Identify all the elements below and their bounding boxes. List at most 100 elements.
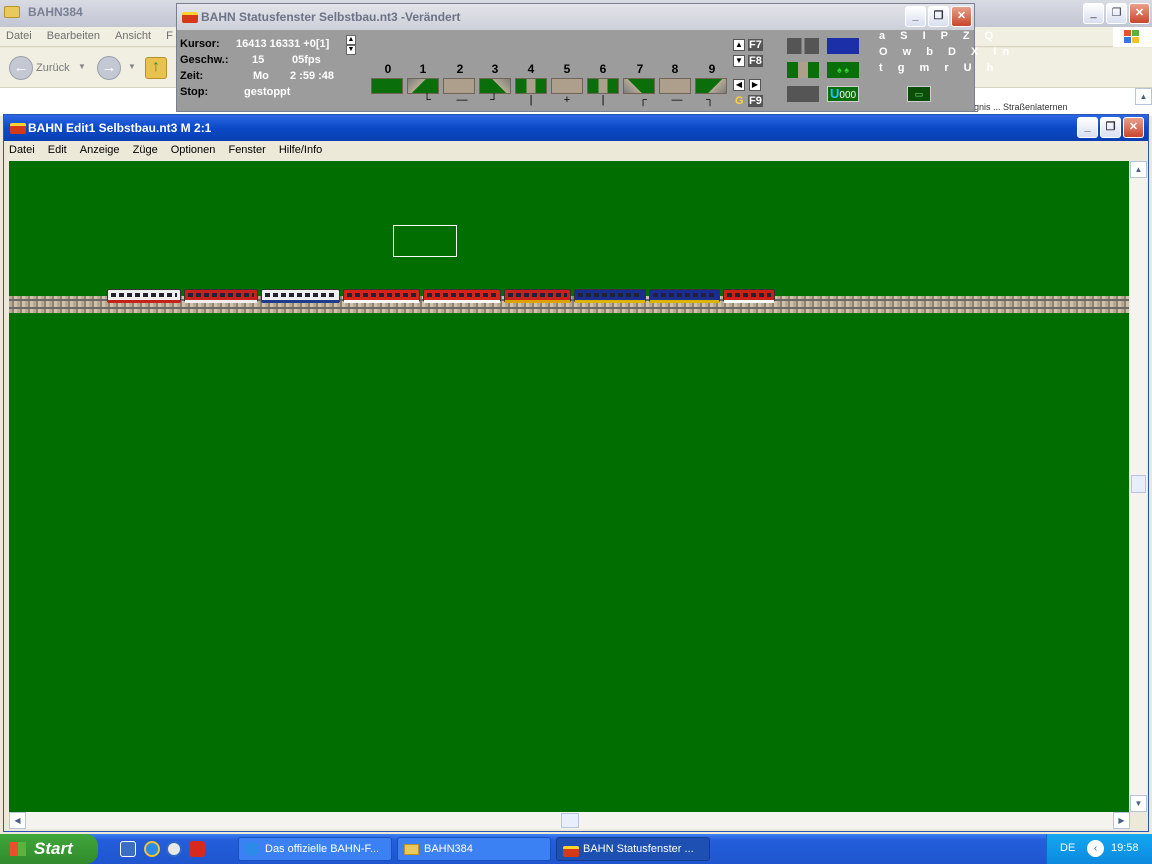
track-tile-9[interactable] <box>695 78 727 94</box>
edit-minimize-button[interactable]: _ <box>1077 117 1098 138</box>
track-tile-4[interactable] <box>515 78 547 94</box>
menu-optionen[interactable]: Optionen <box>166 141 221 156</box>
train-car[interactable] <box>107 289 181 303</box>
track-number-5: 5 <box>563 62 571 76</box>
status-title-bar[interactable]: BAHN Statusfenster Selbstbau.nt3 -Veränd… <box>177 4 974 30</box>
scroll-left-arrow-icon[interactable]: ◀ <box>9 812 26 829</box>
water-tile[interactable] <box>827 38 859 54</box>
selection-cursor[interactable] <box>393 225 457 257</box>
signal-tile[interactable] <box>787 38 819 54</box>
track-number-4: 4 <box>527 62 535 76</box>
cursor-spin-up[interactable]: ▲ <box>346 35 356 45</box>
track-symbol-4: | <box>529 94 533 106</box>
time-label: Zeit: <box>180 70 204 82</box>
f9-key[interactable]: F9 <box>748 95 763 107</box>
train-car[interactable] <box>343 289 420 303</box>
status-minimize-button[interactable]: _ <box>905 6 926 27</box>
track-tile-1[interactable] <box>407 78 439 94</box>
speed-label: Geschw.: <box>180 54 229 66</box>
f8-key[interactable]: F8 <box>748 55 763 67</box>
train-car[interactable] <box>504 289 571 303</box>
task-bahn-forum[interactable]: Das offizielle BAHN-F... <box>238 837 392 861</box>
task-bahn384[interactable]: BAHN384 <box>397 837 551 861</box>
scroll-up-arrow-icon[interactable]: ▲ <box>1130 161 1147 178</box>
menu-edit[interactable]: Edit <box>43 141 72 156</box>
locomotive[interactable] <box>723 289 775 303</box>
system-tray: DE ‹ 19:58 <box>1046 834 1152 864</box>
layout-canvas[interactable] <box>9 161 1129 812</box>
train-car[interactable] <box>574 289 646 303</box>
explorer-maximize-button[interactable]: ❐ <box>1106 3 1127 24</box>
up-arrow-button[interactable]: ▲ <box>733 39 745 51</box>
explorer-close-button[interactable]: ✕ <box>1129 3 1150 24</box>
track-symbol-2: — <box>456 94 468 106</box>
track-tile-5[interactable] <box>551 78 583 94</box>
tree-icon[interactable]: ♠ ♠ <box>827 62 859 78</box>
tray-expand-icon[interactable]: ‹ <box>1087 840 1104 857</box>
menu-zuege[interactable]: Züge <box>128 141 163 156</box>
forward-dropdown-icon[interactable]: ▼ <box>128 62 136 71</box>
g-key[interactable]: G <box>735 95 744 107</box>
forward-arrow-icon[interactable]: → <box>97 56 121 80</box>
explorer-scroll-up[interactable]: ▲ <box>1135 88 1152 105</box>
edit-title-bar[interactable]: BAHN Edit1 Selbstbau.nt3 M 2:1 _ ❐ ✕ <box>4 115 1148 141</box>
scroll-right-arrow-icon[interactable]: ▶ <box>1113 812 1130 829</box>
speed-value: 15 <box>252 54 265 66</box>
desktop-icon[interactable] <box>120 841 136 857</box>
counter-display[interactable]: U000 <box>827 86 859 102</box>
track-symbol-8: — <box>671 94 683 106</box>
track-symbol-5: + <box>563 94 571 106</box>
vertical-scrollbar[interactable]: ▲ ▼ <box>1130 161 1147 812</box>
horizontal-scroll-thumb[interactable] <box>561 813 579 828</box>
task-bahn-status[interactable]: BAHN Statusfenster ... <box>556 837 710 861</box>
train-icon[interactable]: ▭ <box>907 86 931 102</box>
track-tile-7[interactable] <box>623 78 655 94</box>
menu-fenster[interactable]: Fenster <box>223 141 270 156</box>
track-number-9: 9 <box>708 62 716 76</box>
status-maximize-button[interactable]: ❐ <box>928 6 949 27</box>
edit-window: BAHN Edit1 Selbstbau.nt3 M 2:1 _ ❐ ✕ Dat… <box>3 114 1149 832</box>
letters-row-3: t g m r U h <box>879 62 1000 74</box>
menu-datei[interactable]: Datei <box>4 141 40 156</box>
train-car[interactable] <box>649 289 720 303</box>
status-window: BAHN Statusfenster Selbstbau.nt3 -Veränd… <box>176 3 1009 112</box>
menu-bearbeiten[interactable]: Bearbeiten <box>41 27 106 45</box>
left-arrow-button[interactable]: ◀ <box>733 79 745 91</box>
internet-explorer-icon[interactable] <box>144 841 160 857</box>
menu-ansicht[interactable]: Ansicht <box>109 27 157 45</box>
bahn-task-icon <box>563 846 579 857</box>
media-player-icon[interactable] <box>166 841 182 857</box>
tunnel-tile[interactable] <box>787 86 819 102</box>
track-tile-2[interactable] <box>443 78 475 94</box>
back-arrow-icon[interactable]: ← <box>9 56 33 80</box>
crossing-tile[interactable] <box>787 62 819 78</box>
train-car[interactable] <box>261 289 340 303</box>
menu-datei[interactable]: Datei <box>0 27 38 45</box>
start-button[interactable]: Start <box>0 834 98 864</box>
down-arrow-button[interactable]: ▼ <box>733 55 745 67</box>
track-tile-3[interactable] <box>479 78 511 94</box>
scroll-down-arrow-icon[interactable]: ▼ <box>1130 795 1147 812</box>
up-folder-icon[interactable]: ↑ <box>145 57 167 79</box>
back-dropdown-icon[interactable]: ▼ <box>78 62 86 71</box>
menu-anzeige[interactable]: Anzeige <box>75 141 125 156</box>
edit-maximize-button[interactable]: ❐ <box>1100 117 1121 138</box>
train-car[interactable] <box>184 289 258 303</box>
acrobat-icon[interactable] <box>189 841 205 857</box>
track-tile-6[interactable] <box>587 78 619 94</box>
track-tile-8[interactable] <box>659 78 691 94</box>
menu-hilfe[interactable]: Hilfe/Info <box>274 141 327 156</box>
vertical-scroll-thumb[interactable] <box>1131 475 1146 493</box>
edit-close-button[interactable]: ✕ <box>1123 117 1144 138</box>
horizontal-scrollbar[interactable]: ◀ ▶ <box>9 812 1130 829</box>
back-label[interactable]: Zurück <box>36 62 70 74</box>
cursor-spin-down[interactable]: ▼ <box>346 45 356 55</box>
explorer-minimize-button[interactable]: _ <box>1083 3 1104 24</box>
language-indicator[interactable]: DE <box>1060 842 1075 854</box>
right-arrow-button[interactable]: ▶ <box>749 79 761 91</box>
train-car[interactable] <box>423 289 501 303</box>
f7-key[interactable]: F7 <box>748 39 763 51</box>
status-close-button[interactable]: ✕ <box>951 6 972 27</box>
track-tile-0[interactable] <box>371 78 403 94</box>
car-windows <box>188 293 254 297</box>
